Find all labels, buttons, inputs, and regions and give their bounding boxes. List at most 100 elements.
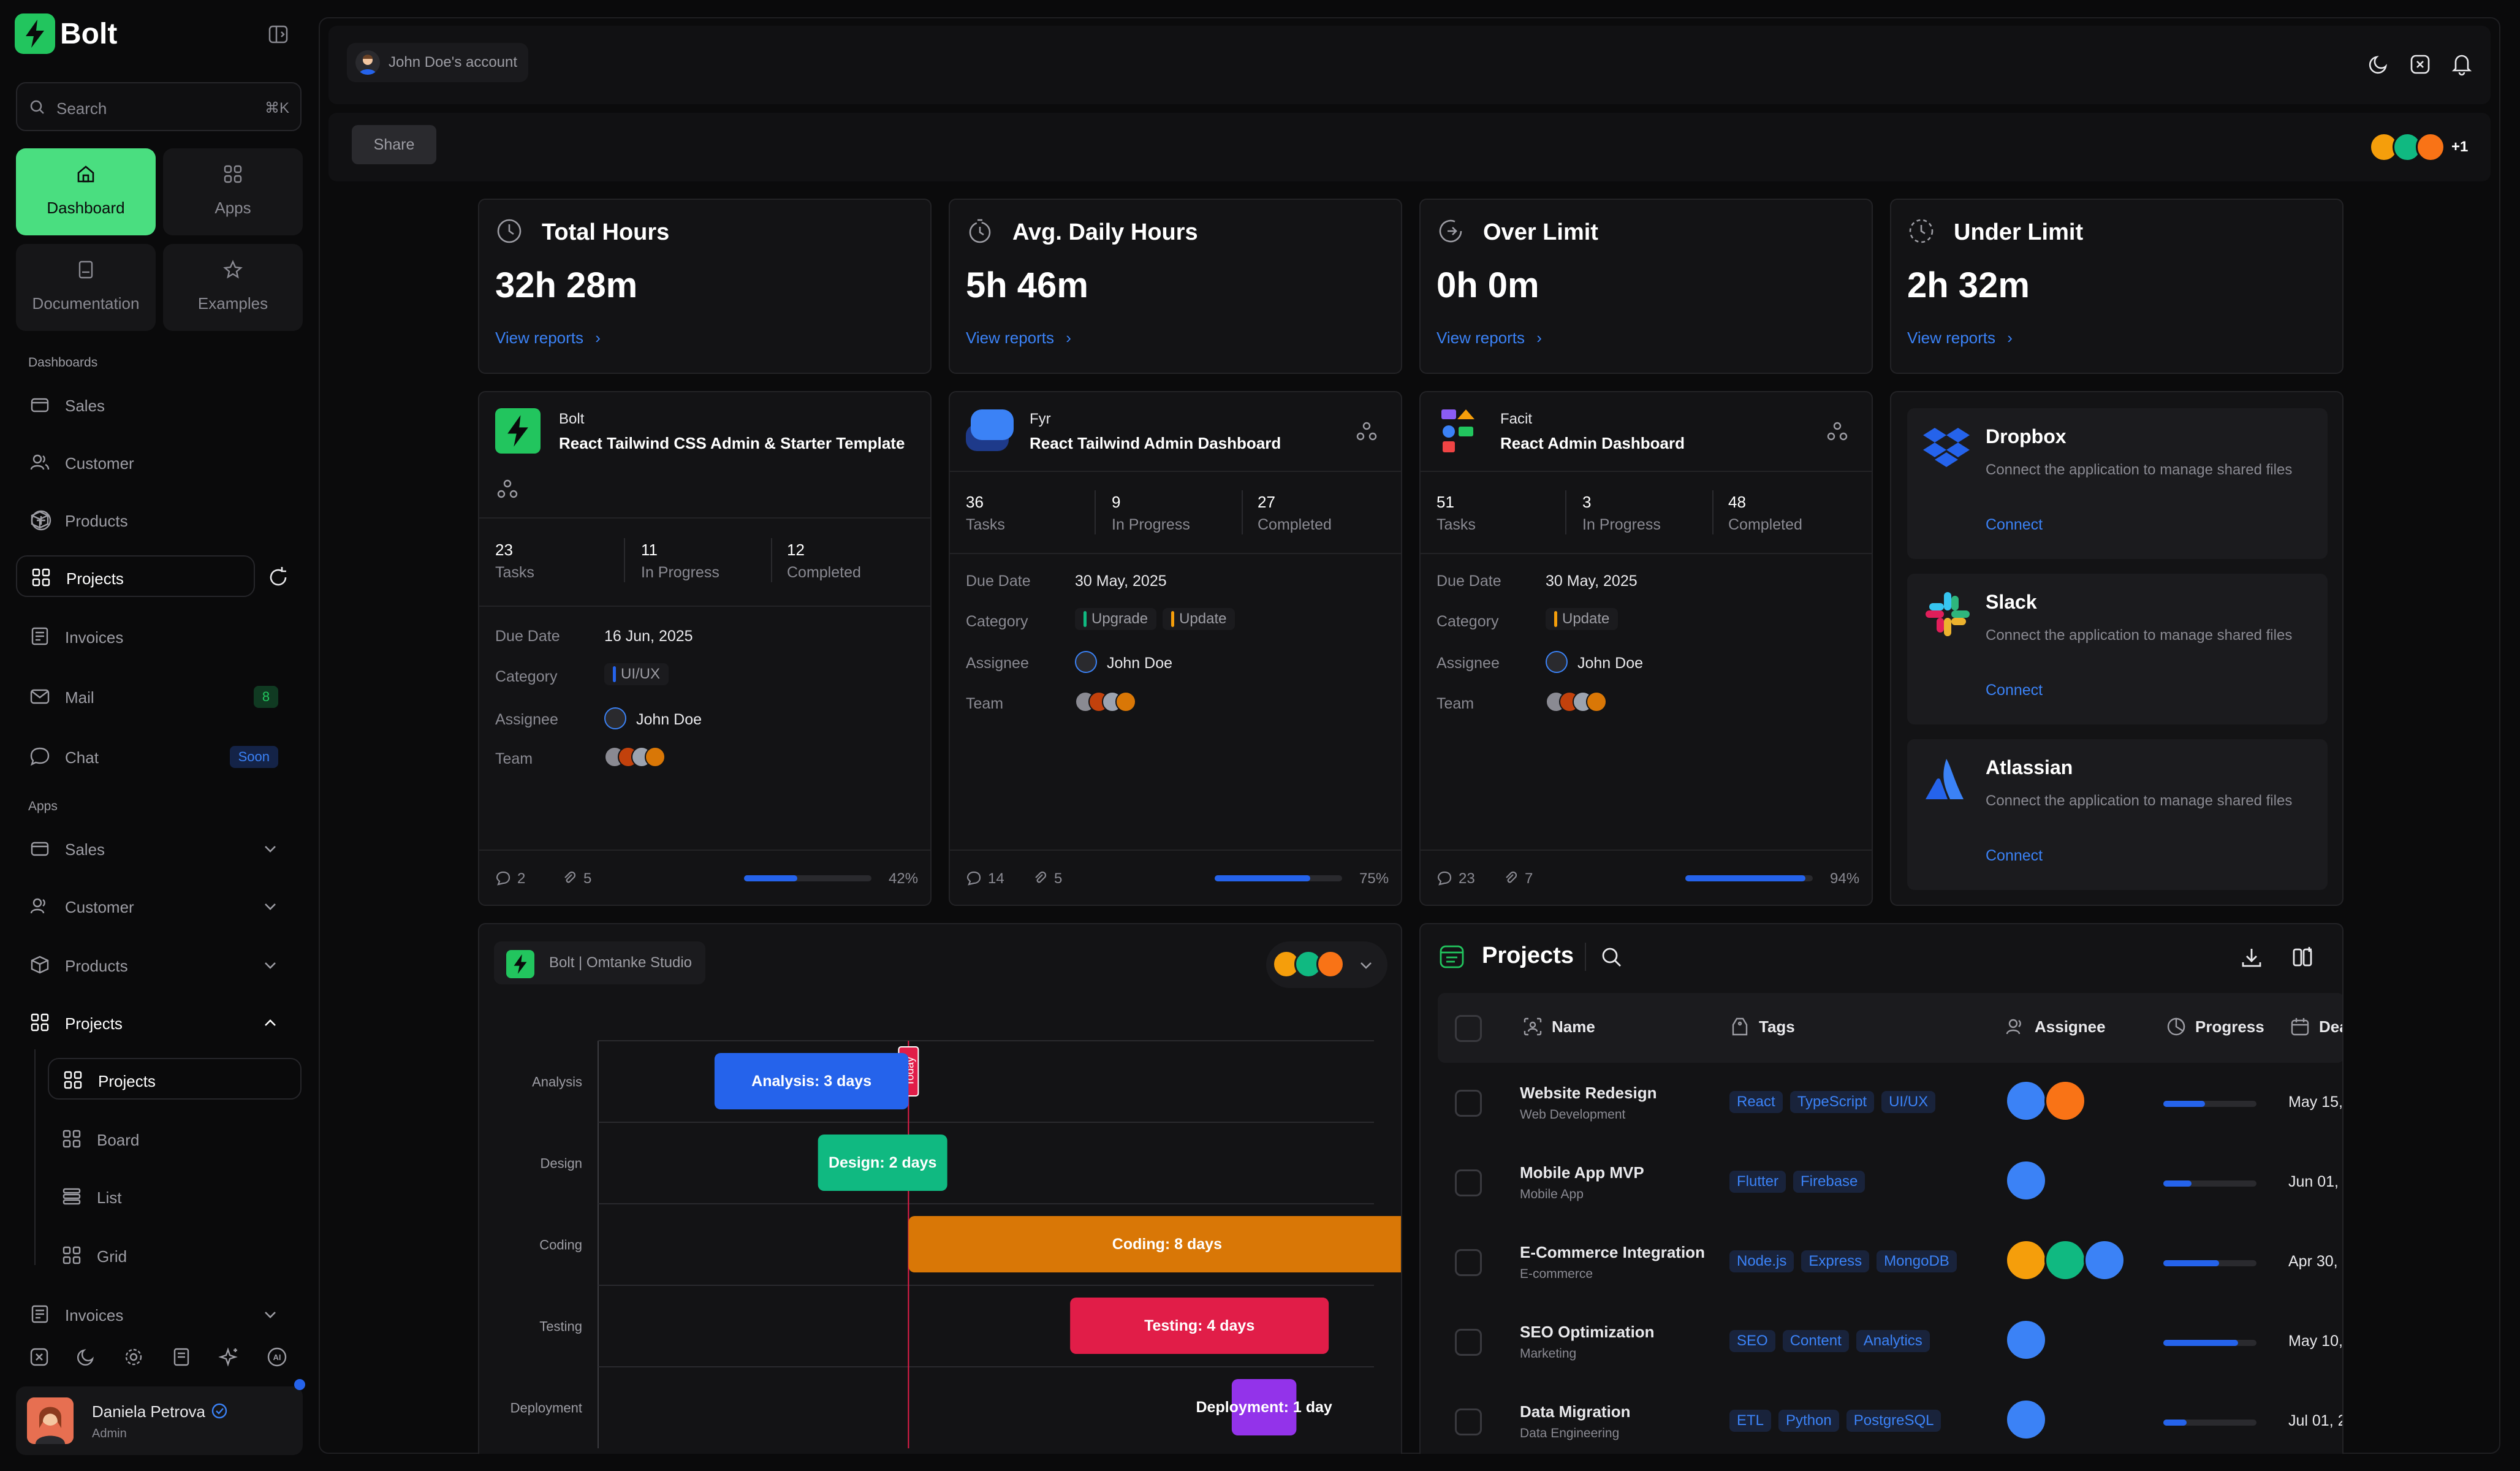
account-switcher[interactable]: John Doe's account <box>347 43 529 82</box>
view-reports-link[interactable]: View reports › <box>1436 329 1542 348</box>
moon-icon[interactable] <box>75 1346 97 1368</box>
integration-atlassian[interactable]: Atlassian Connect the application to man… <box>1907 739 2328 890</box>
tag-chip[interactable]: Firebase <box>1793 1171 1865 1193</box>
sidebar-app-projects[interactable]: Projects <box>16 1002 292 1043</box>
tag-chip[interactable]: SEO <box>1729 1330 1775 1352</box>
row-checkbox[interactable] <box>1455 1329 1482 1356</box>
gear-icon[interactable] <box>123 1346 145 1368</box>
sidebar-item-products[interactable]: Products <box>16 499 292 541</box>
project-card-facit[interactable]: Facit React Admin Dashboard 51 Tasks 3 I… <box>1419 391 1873 906</box>
download-icon[interactable] <box>2239 945 2264 970</box>
project-name[interactable]: Mobile App MVP <box>1520 1163 1644 1182</box>
ai-icon[interactable]: AI <box>266 1346 288 1368</box>
bell-icon[interactable] <box>2450 51 2473 76</box>
tile-examples[interactable]: Examples <box>163 244 303 331</box>
search-icon[interactable] <box>1600 945 1624 970</box>
team-share-icon[interactable] <box>1354 419 1379 444</box>
workspace-selector[interactable]: Bolt | Omtanke Studio <box>494 941 706 984</box>
sidebar-item-sales[interactable]: Sales <box>16 384 292 425</box>
integration-slack[interactable]: Slack Connect the application to manage … <box>1907 574 2328 724</box>
project-name[interactable]: Website Redesign <box>1520 1084 1657 1103</box>
tag-chip[interactable]: MongoDB <box>1877 1250 1957 1272</box>
row-checkbox[interactable] <box>1455 1090 1482 1117</box>
tag-chip[interactable]: Content <box>1782 1330 1849 1352</box>
project-name[interactable]: E-Commerce Integration <box>1520 1243 1705 1262</box>
connect-link[interactable]: Connect <box>1986 847 2043 865</box>
project-name[interactable]: Data Migration <box>1520 1402 1631 1421</box>
sidebar-item-chat[interactable]: Chat Soon <box>16 736 292 777</box>
team-share-icon[interactable] <box>1825 419 1850 444</box>
sidebar-item-invoices[interactable]: Invoices <box>16 615 292 657</box>
tag-chip[interactable]: PostgreSQL <box>1846 1410 1941 1432</box>
team-share-icon[interactable] <box>495 477 520 501</box>
sidebar-app-invoices[interactable]: Invoices <box>16 1293 292 1335</box>
sidebar-item-projects[interactable]: Projects <box>16 555 255 597</box>
view-reports-link[interactable]: View reports › <box>495 329 601 348</box>
table-row[interactable]: Website Redesign Web Development React Type… <box>1421 1063 2342 1142</box>
avatar <box>604 707 626 729</box>
team-avatars[interactable]: +1 <box>2369 132 2468 162</box>
tile-dashboard[interactable]: Dashboard <box>16 148 156 235</box>
row-checkbox[interactable] <box>1455 1408 1482 1435</box>
table-row[interactable]: SEO Optimization Marketing SEO Content Analy… <box>1421 1302 2342 1382</box>
dropbox-icon <box>1923 427 1970 469</box>
grid-icon <box>29 1012 50 1033</box>
tag-chip[interactable]: ETL <box>1729 1410 1772 1432</box>
sparkle-icon[interactable] <box>218 1346 240 1368</box>
project-card-fyr[interactable]: Fyr React Tailwind Admin Dashboard 36 Ta… <box>949 391 1402 906</box>
refresh-icon[interactable] <box>266 565 290 590</box>
integration-dropbox[interactable]: Dropbox Connect the application to manag… <box>1907 408 2328 559</box>
plus-circle-icon[interactable] <box>29 509 51 531</box>
sidebar-sub-list[interactable]: List <box>48 1176 302 1217</box>
stat-title: Over Limit <box>1483 219 1598 245</box>
table-row[interactable]: E-Commerce Integration E-commerce Node.js E… <box>1421 1222 2342 1302</box>
tag-chip[interactable]: Flutter <box>1729 1171 1786 1193</box>
connect-link[interactable]: Connect <box>1986 682 2043 699</box>
project-card-bolt[interactable]: Bolt React Tailwind CSS Admin & Starter … <box>478 391 932 906</box>
sidebar-app-products[interactable]: Products <box>16 944 292 986</box>
search-input[interactable]: Search <box>56 99 107 118</box>
row-checkbox[interactable] <box>1455 1249 1482 1276</box>
sidebar-app-customer[interactable]: Customer <box>16 885 292 927</box>
book-icon[interactable] <box>170 1346 192 1368</box>
search-box[interactable]: Search ⌘K <box>16 82 302 131</box>
tag-chip[interactable]: Analytics <box>1856 1330 1930 1352</box>
share-button[interactable]: Share <box>352 125 436 164</box>
column-tags[interactable]: Tags <box>1729 1016 1795 1037</box>
select-all-checkbox[interactable] <box>1455 1015 1482 1042</box>
tag-chip[interactable]: Python <box>1778 1410 1839 1432</box>
row-checkbox[interactable] <box>1455 1169 1482 1196</box>
sidebar-sub-grid[interactable]: Grid <box>48 1234 302 1276</box>
moon-icon[interactable] <box>2367 53 2390 76</box>
tag-chip[interactable]: Express <box>1801 1250 1870 1272</box>
table-row[interactable]: Data Migration Data Engineering ETL Python P… <box>1421 1382 2342 1454</box>
gantt-team-dropdown[interactable] <box>1266 941 1387 988</box>
sidebar-toggle-icon[interactable] <box>267 23 289 45</box>
sidebar-app-sales[interactable]: Sales <box>16 827 292 869</box>
sidebar-sub-board[interactable]: Board <box>48 1118 302 1160</box>
user-card[interactable]: Daniela Petrova Admin <box>16 1379 305 1455</box>
tag-chip[interactable]: TypeScript <box>1789 1091 1875 1113</box>
column-deadline[interactable]: Dea <box>2290 1016 2342 1037</box>
sidebar-item-customer[interactable]: Customer <box>16 441 292 483</box>
sidebar-sub-projects[interactable]: Projects <box>48 1058 302 1100</box>
connect-link[interactable]: Connect <box>1986 516 2043 534</box>
column-name[interactable]: Name <box>1522 1016 1595 1037</box>
tag-chip[interactable]: UI/UX <box>1881 1091 1936 1113</box>
column-progress[interactable]: Progress <box>2166 1016 2264 1037</box>
sidebar-item-mail[interactable]: Mail 8 <box>16 675 292 717</box>
table-row[interactable]: Mobile App MVP Mobile App Flutter Firebase J… <box>1421 1142 2342 1222</box>
view-reports-link[interactable]: View reports › <box>966 329 1071 348</box>
tag-chip[interactable]: React <box>1729 1091 1783 1113</box>
ai-chip-icon[interactable] <box>28 1346 50 1368</box>
tile-documentation[interactable]: Documentation <box>16 244 156 331</box>
app-logo[interactable] <box>15 13 55 54</box>
category-pill: Update <box>1163 608 1235 630</box>
tile-apps[interactable]: Apps <box>163 148 303 235</box>
view-reports-link[interactable]: View reports › <box>1907 329 2013 348</box>
project-name[interactable]: SEO Optimization <box>1520 1323 1655 1342</box>
column-assignee[interactable]: Assignee <box>2005 1016 2106 1037</box>
tag-chip[interactable]: Node.js <box>1729 1250 1794 1272</box>
columns-icon[interactable] <box>2291 945 2315 970</box>
ai-chip-icon[interactable] <box>2408 53 2432 76</box>
